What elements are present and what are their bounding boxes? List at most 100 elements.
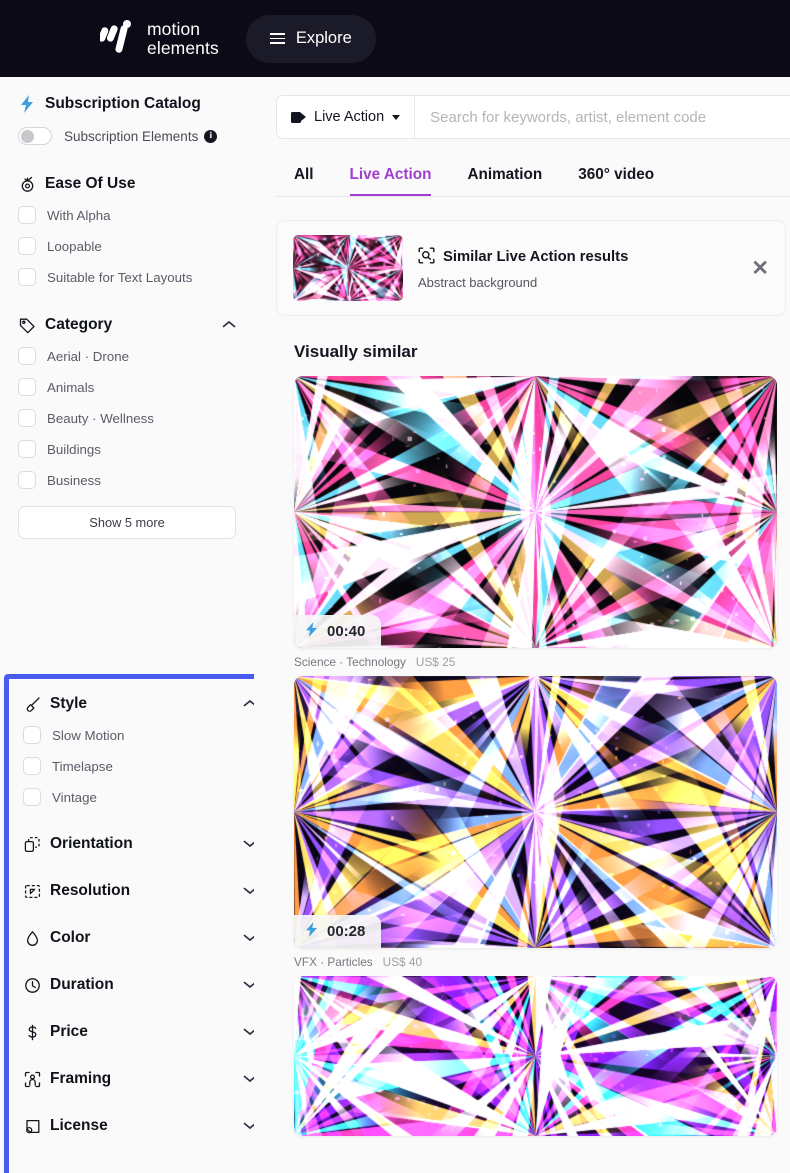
subscription-heading: Subscription Catalog xyxy=(18,95,236,113)
similar-results-subtitle: Abstract background xyxy=(418,274,538,290)
dollar-icon xyxy=(23,1023,41,1041)
logo-line-1: motion xyxy=(147,18,201,39)
checkbox-business[interactable]: Business xyxy=(18,471,236,489)
filter-section-framing[interactable]: Framing xyxy=(23,1070,257,1088)
checkbox-buildings[interactable]: Buildings xyxy=(18,440,236,458)
tab-all[interactable]: All xyxy=(294,166,314,196)
checkbox-timelapse[interactable]: Timelapse xyxy=(23,757,257,775)
checkbox-box[interactable] xyxy=(18,409,36,427)
filter-section-color[interactable]: Color xyxy=(23,929,257,947)
filter-section-ease-of-use: Ease Of Use With Alpha Loopable Suitable… xyxy=(0,175,254,286)
main-content: Live Action All Live Action Animation 36… xyxy=(254,77,790,1173)
style-heading[interactable]: Style xyxy=(23,695,257,713)
info-icon[interactable]: i xyxy=(204,129,218,143)
checkbox-beauty-wellness[interactable]: Beauty · Wellness xyxy=(18,409,236,427)
similar-results-card: Similar Live Action results Abstract bac… xyxy=(276,220,786,317)
similar-results-thumbnail[interactable] xyxy=(293,235,403,302)
checkbox-loopable[interactable]: Loopable xyxy=(18,237,236,255)
droplet-icon xyxy=(23,929,41,947)
checkbox-box[interactable] xyxy=(23,788,41,806)
checkbox-label: Suitable for Text Layouts xyxy=(47,269,193,285)
tab-360-video[interactable]: 360° video xyxy=(578,166,654,196)
result-item[interactable]: 00:28 VFX · Particles US$ 40 xyxy=(294,676,790,969)
clock-icon xyxy=(23,976,41,994)
duration-text: 00:28 xyxy=(327,923,366,941)
checkbox-box[interactable] xyxy=(23,726,41,744)
checkbox-box[interactable] xyxy=(18,347,36,365)
subscription-elements-toggle-row[interactable]: Subscription Elements i xyxy=(0,127,254,145)
duration-title: Duration xyxy=(50,976,114,993)
tab-live-action[interactable]: Live Action xyxy=(349,166,431,196)
lightning-icon xyxy=(18,95,36,113)
result-thumbnail[interactable] xyxy=(294,976,777,1137)
lightning-icon xyxy=(306,622,318,641)
checkbox-label: Aerial · Drone xyxy=(47,348,130,364)
resolution-title: Resolution xyxy=(50,882,131,899)
checkbox-box[interactable] xyxy=(18,440,36,458)
logo-wordmark: motion elements xyxy=(147,18,219,58)
visually-similar-heading: Visually similar xyxy=(294,342,418,362)
filter-section-price[interactable]: Price xyxy=(23,1023,257,1041)
color-title: Color xyxy=(50,929,91,946)
show-more-button[interactable]: Show 5 more xyxy=(18,506,236,539)
checkbox-with-alpha[interactable]: With Alpha xyxy=(18,206,236,224)
checkbox-slow-motion[interactable]: Slow Motion xyxy=(23,726,257,744)
filter-section-duration[interactable]: Duration xyxy=(23,976,257,994)
price-title: Price xyxy=(50,1023,88,1040)
explore-button[interactable]: Explore xyxy=(245,14,376,63)
checkbox-box[interactable] xyxy=(18,206,36,224)
search-type-label: Live Action xyxy=(314,109,385,125)
result-thumbnail[interactable]: 00:28 xyxy=(294,676,777,949)
explore-button-label: Explore xyxy=(295,29,352,47)
toggle-knob xyxy=(21,129,34,143)
result-item[interactable]: 00:40 Science · Technology US$ 25 xyxy=(294,376,790,669)
visual-search-icon xyxy=(418,247,435,268)
orientation-icon xyxy=(23,835,41,853)
close-icon[interactable]: ✕ xyxy=(751,258,769,279)
ease-of-use-heading: Ease Of Use xyxy=(18,175,236,193)
checkbox-animals[interactable]: Animals xyxy=(18,378,236,396)
checkbox-box[interactable] xyxy=(18,237,36,255)
tab-animation[interactable]: Animation xyxy=(467,166,542,196)
filter-section-orientation[interactable]: Orientation xyxy=(23,835,257,853)
category-title: Category xyxy=(45,316,113,333)
filter-section-category: Category Aerial · Drone Animals Beauty ·… xyxy=(0,316,254,539)
result-price: US$ 40 xyxy=(382,955,423,970)
subscription-toggle-label: Subscription Elements xyxy=(64,128,199,144)
checkbox-aerial-drone[interactable]: Aerial · Drone xyxy=(18,347,236,365)
search-bar: Live Action xyxy=(276,95,790,139)
checkbox-box[interactable] xyxy=(18,268,36,286)
result-meta: VFX · Particles US$ 40 xyxy=(294,955,790,969)
highlighted-filter-panel: Style Slow Motion Timelapse Vintage Orie… xyxy=(4,674,276,1173)
license-title: License xyxy=(50,1117,108,1134)
checkbox-label: Animals xyxy=(47,379,95,395)
search-type-dropdown[interactable]: Live Action xyxy=(277,96,416,138)
site-header: motion elements Explore xyxy=(0,0,790,77)
tag-icon xyxy=(18,316,36,334)
similar-results-title-row: Similar Live Action results xyxy=(418,247,736,268)
result-thumbnail[interactable]: 00:40 xyxy=(294,376,777,649)
result-category: Science · Technology xyxy=(294,655,406,670)
chevron-down-icon xyxy=(392,114,401,120)
ease-of-use-title: Ease Of Use xyxy=(45,175,136,192)
filter-section-license[interactable]: License xyxy=(23,1117,257,1135)
duration-badge: 00:40 xyxy=(294,615,382,649)
checkbox-vintage[interactable]: Vintage xyxy=(23,788,257,806)
checkbox-suitable-for-text-layouts[interactable]: Suitable for Text Layouts xyxy=(18,268,236,286)
checkbox-box[interactable] xyxy=(18,471,36,489)
category-heading[interactable]: Category xyxy=(18,316,236,334)
result-category: VFX · Particles xyxy=(294,955,373,970)
framing-title: Framing xyxy=(50,1070,112,1087)
filters-sidebar: Subscription Catalog Subscription Elemen… xyxy=(0,77,276,1173)
result-item[interactable] xyxy=(294,976,790,1137)
subscription-elements-toggle[interactable] xyxy=(18,127,52,145)
site-logo[interactable]: motion elements xyxy=(98,18,219,59)
filter-section-resolution[interactable]: Resolution xyxy=(23,882,257,900)
tabs-divider xyxy=(276,196,790,198)
search-input[interactable] xyxy=(415,96,790,138)
checkbox-label: Loopable xyxy=(47,238,102,254)
license-icon xyxy=(23,1117,41,1135)
chevron-up-icon[interactable] xyxy=(222,316,236,334)
checkbox-box[interactable] xyxy=(18,378,36,396)
checkbox-box[interactable] xyxy=(23,757,41,775)
